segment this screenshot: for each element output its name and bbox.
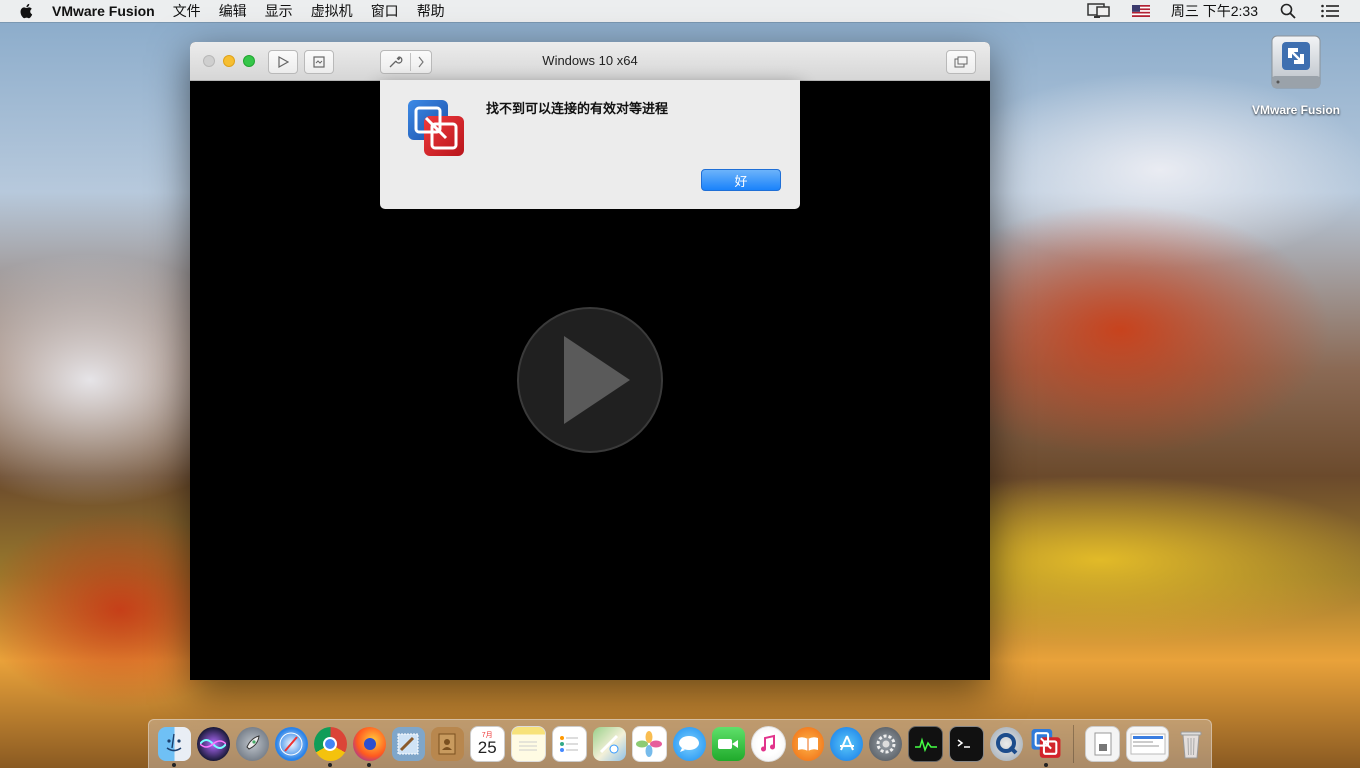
- dock-screenshot-stack[interactable]: [1126, 726, 1169, 762]
- dock-siri[interactable]: [196, 727, 230, 761]
- menu-bar: VMware Fusion 文件 编辑 显示 虚拟机 窗口 帮助 周三 下午2:…: [0, 0, 1360, 22]
- dock-system-preferences[interactable]: [869, 727, 903, 761]
- app-menu[interactable]: VMware Fusion: [52, 3, 155, 19]
- desktop-vmware-fusion-volume[interactable]: VMware Fusion: [1244, 32, 1348, 117]
- dock-terminal[interactable]: [949, 726, 985, 762]
- screenshot-thumbnail-icon: [1130, 733, 1166, 755]
- dock-maps[interactable]: [592, 727, 626, 761]
- dock: 7月 25: [148, 719, 1212, 768]
- dock-trash[interactable]: [1175, 727, 1208, 761]
- terminal-icon: [957, 739, 970, 748]
- dock-safari[interactable]: [274, 727, 308, 761]
- menubar-clock[interactable]: 周三 下午2:33: [1171, 1, 1258, 21]
- compass-icon: [279, 732, 303, 756]
- reminders-icon: [560, 736, 579, 752]
- dock-finder[interactable]: [158, 727, 191, 767]
- speech-bubble-icon: [679, 736, 700, 752]
- dock-mail-stamp[interactable]: [391, 727, 425, 761]
- dock-quicktime[interactable]: [990, 727, 1024, 761]
- status-area: 周三 下午2:33: [1087, 1, 1342, 21]
- document-icon: [1094, 732, 1112, 756]
- dock-app-store[interactable]: [830, 727, 864, 761]
- calendar-day: 25: [477, 738, 497, 757]
- dock-vmware-fusion[interactable]: [1029, 727, 1062, 767]
- us-flag-icon[interactable]: [1129, 3, 1153, 19]
- dock-ibooks[interactable]: [791, 727, 825, 761]
- siri-icon: [200, 739, 227, 749]
- desktop-icon-label: VMware Fusion: [1251, 103, 1340, 117]
- dock-activity-monitor[interactable]: [908, 726, 944, 762]
- window-title: Windows 10 x64: [542, 53, 638, 68]
- book-icon: [797, 737, 818, 751]
- rocket-icon: [246, 735, 260, 750]
- gear-icon: [876, 734, 896, 754]
- chrome-icon: [323, 737, 338, 751]
- dock-separator: [1073, 725, 1075, 763]
- dock-contacts[interactable]: [430, 727, 464, 761]
- firefox-icon: [364, 738, 377, 750]
- dock-photos[interactable]: [631, 726, 667, 762]
- video-camera-icon: [718, 739, 739, 749]
- disk-image-icon: [1271, 35, 1321, 89]
- menu-file[interactable]: 文件: [173, 1, 201, 21]
- dock-itunes[interactable]: [750, 726, 786, 762]
- contacts-book-icon: [438, 733, 456, 755]
- dock-installer-document[interactable]: [1085, 726, 1121, 762]
- ok-button[interactable]: 好: [701, 169, 781, 191]
- unity-view-button[interactable]: [946, 50, 976, 74]
- dock-facetime[interactable]: [711, 727, 745, 761]
- dock-firefox[interactable]: [352, 727, 386, 767]
- dock-calendar[interactable]: 7月 25: [469, 726, 505, 762]
- menu-edit[interactable]: 编辑: [219, 1, 247, 21]
- alert-message: 找不到可以连接的有效对等进程: [486, 101, 669, 116]
- window-titlebar: Windows 10 x64: [190, 42, 990, 81]
- dock-launchpad[interactable]: [235, 727, 269, 761]
- dock-notes[interactable]: [510, 726, 546, 762]
- vmware-fusion-icon: [1031, 729, 1061, 758]
- activity-graph-icon: [914, 737, 937, 753]
- dock-chrome[interactable]: [313, 727, 347, 767]
- vmware-fusion-app-icon: [408, 100, 464, 156]
- apple-logo-icon[interactable]: [18, 2, 36, 20]
- menu-virtual-machine[interactable]: 虚拟机: [311, 1, 353, 21]
- alert-dialog: 找不到可以连接的有效对等进程 好: [380, 80, 800, 209]
- notification-center-icon[interactable]: [1318, 3, 1342, 19]
- maps-icon: [600, 734, 619, 754]
- quicktime-icon: [995, 733, 1018, 755]
- stamp-icon: [397, 733, 419, 755]
- menu-help[interactable]: 帮助: [417, 1, 445, 21]
- display-mirroring-icon[interactable]: [1087, 3, 1111, 19]
- photos-flower-icon: [636, 731, 663, 757]
- app-store-icon: [839, 735, 854, 751]
- finder-icon: [167, 733, 182, 752]
- spotlight-search-icon[interactable]: [1276, 3, 1300, 19]
- menu-view[interactable]: 显示: [265, 1, 293, 21]
- notes-icon: [519, 741, 538, 751]
- vm-window: Windows 10 x64 找不到可以连接的有效对等进程 好: [190, 42, 990, 680]
- trash-icon: [1180, 731, 1202, 759]
- menu-window[interactable]: 窗口: [371, 1, 399, 21]
- dock-messages[interactable]: [672, 727, 706, 761]
- power-on-play-button[interactable]: [516, 306, 664, 454]
- dock-reminders[interactable]: [551, 726, 587, 762]
- music-note-icon: [761, 734, 776, 752]
- windows-stack-icon: [954, 56, 968, 68]
